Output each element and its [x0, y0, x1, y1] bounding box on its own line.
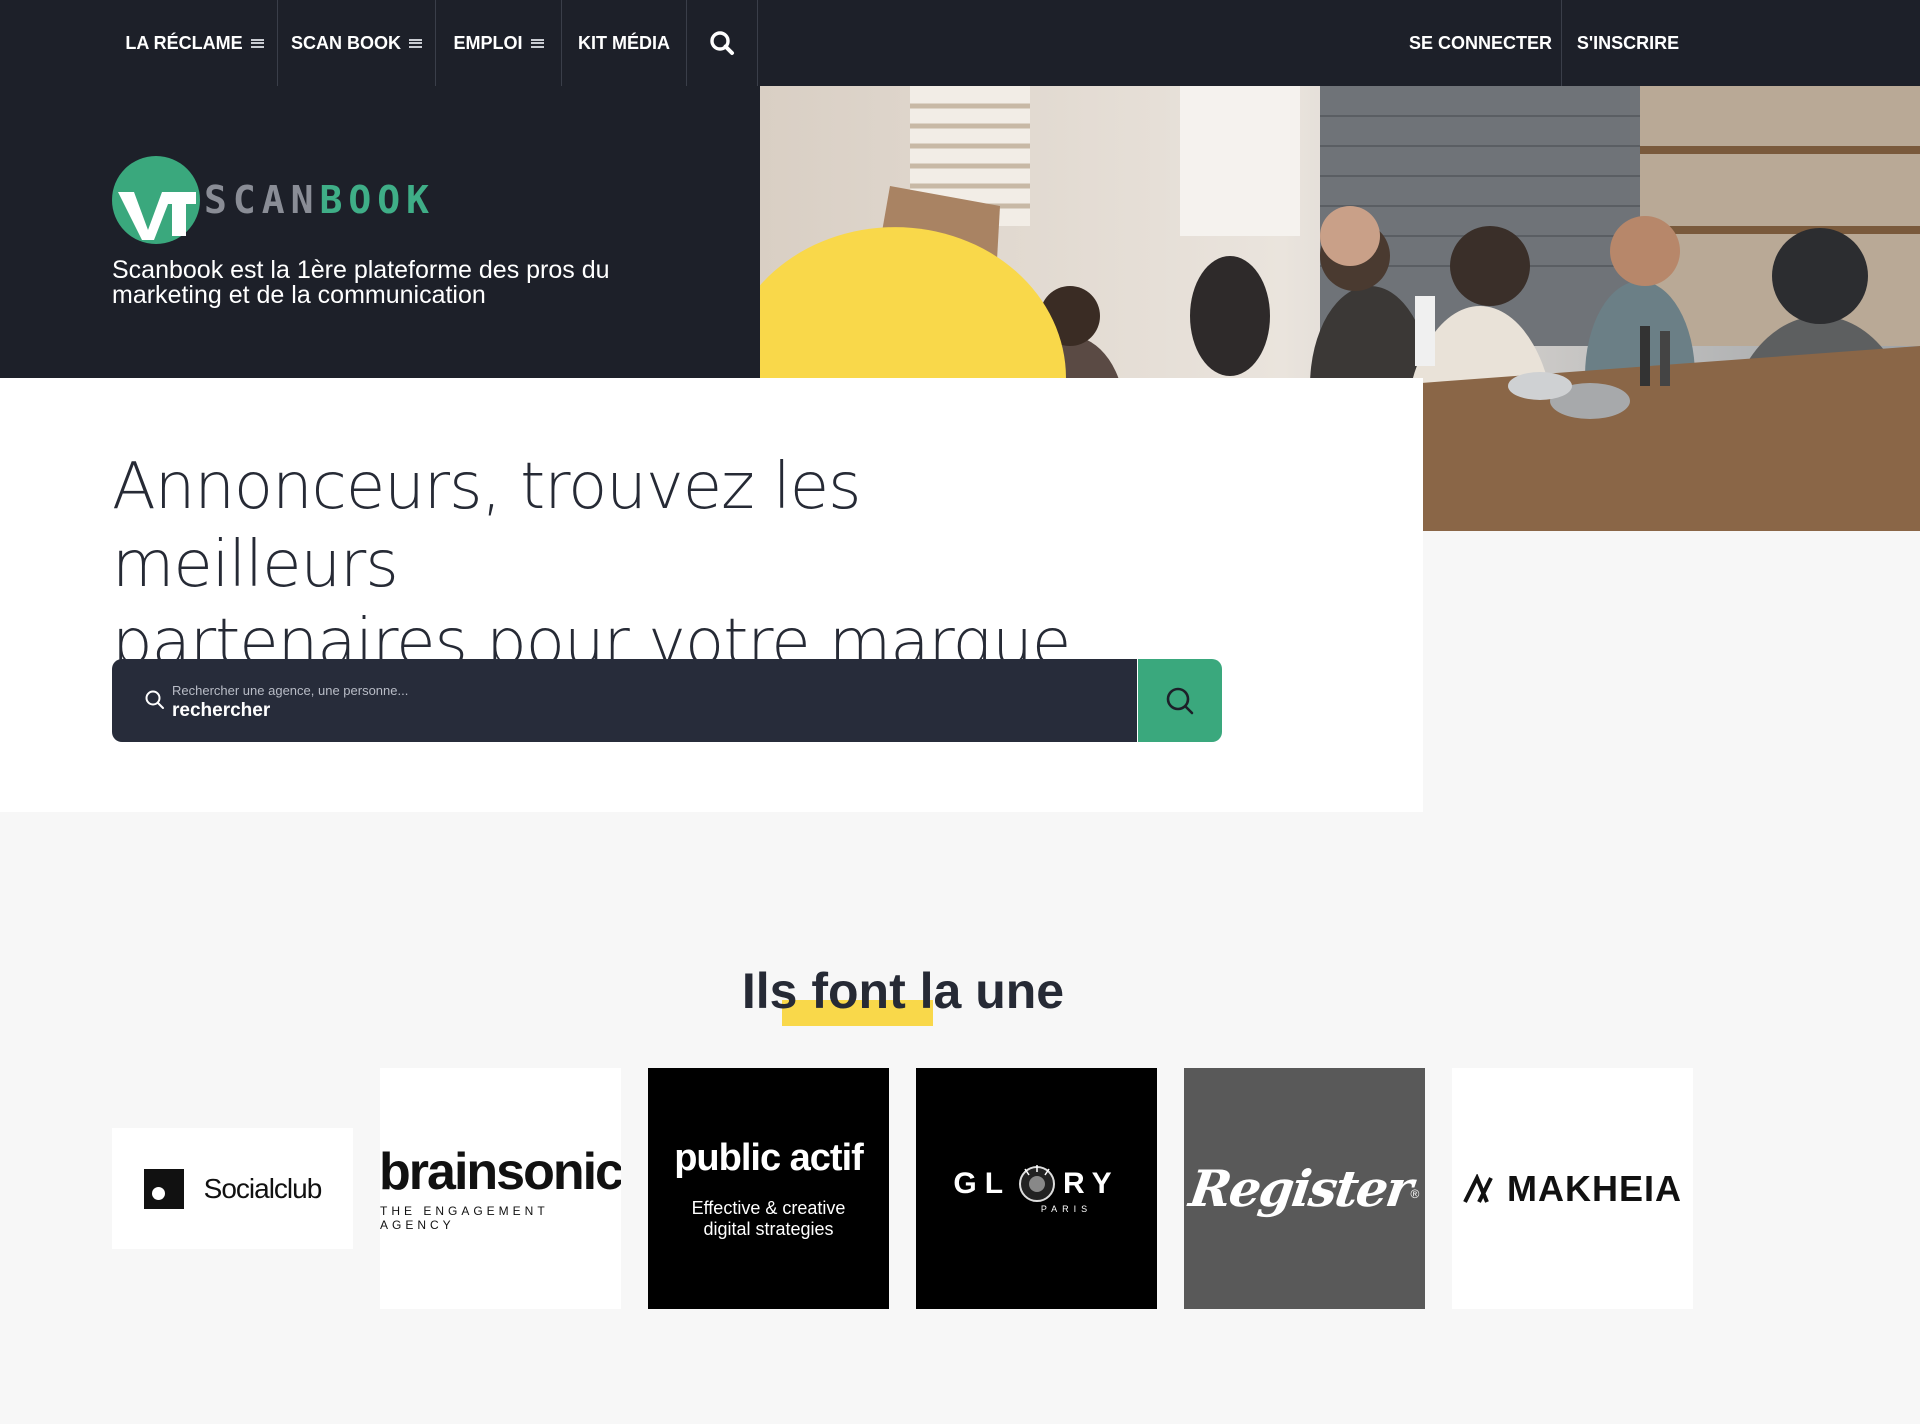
nav-emploi[interactable]: EMPLOI: [436, 0, 562, 86]
agency-subtitle-1: Effective & creative: [691, 1198, 846, 1218]
search-input[interactable]: Rechercher une agence, une personne... r…: [112, 659, 1137, 742]
search-submit-button[interactable]: [1138, 659, 1222, 742]
scanbook-logo[interactable]: SCANBOOK: [112, 156, 435, 244]
nav-la-reclame[interactable]: LA RÉCLAME: [112, 0, 278, 86]
nav-scan-book[interactable]: SCAN BOOK: [278, 0, 436, 86]
nav-search-button[interactable]: [687, 0, 758, 86]
agency-name: public actif: [674, 1137, 864, 1179]
search-icon: [145, 690, 164, 709]
menu-icon: [250, 38, 264, 48]
logo-wordmark: SCANBOOK: [204, 178, 435, 222]
search-icon: [1166, 687, 1194, 714]
nav-la-reclame-label: LA RÉCLAME: [125, 32, 243, 53]
agency-name: Socialclub: [203, 1172, 323, 1204]
logo-text-book: BOOK: [319, 178, 436, 222]
logo-text-scan: SCAN: [204, 178, 320, 222]
agency-subtitle: THE ENGAGEMENT AGENCY: [380, 1203, 549, 1232]
menu-icon: [530, 38, 544, 48]
menu-icon: [409, 38, 422, 48]
signup-link[interactable]: S'INSCRIRE: [1562, 0, 1694, 86]
agency-name: Register: [1185, 1159, 1415, 1218]
search-placeholder: Rechercher une agence, une personne...: [172, 683, 409, 698]
vt-logo-icon: [112, 156, 200, 244]
agency-name-right: RY: [1063, 1166, 1120, 1200]
glory-emblem-icon: [1019, 1164, 1056, 1202]
agency-name-left: GL: [953, 1166, 1012, 1200]
agency-subtitle-2: digital strategies: [703, 1219, 834, 1239]
nav-kit-media[interactable]: KIT MÉDIA: [562, 0, 687, 86]
agency-subtitle: PARIS: [1040, 1203, 1093, 1214]
makheia-logo-icon: [1463, 1173, 1493, 1203]
tagline: Scanbook est la 1ère plateforme des pros…: [112, 256, 610, 309]
agency-card-makheia[interactable]: MAKHEIA: [1452, 1068, 1693, 1309]
nav-emploi-label: EMPLOI: [453, 32, 523, 53]
search-icon: [710, 31, 734, 55]
top-navigation: LA RÉCLAME SCAN BOOK EMPLOI KIT MÉDIA SE…: [0, 0, 1920, 86]
socialclub-icon: [143, 1168, 184, 1209]
agency-card-public-actif[interactable]: public actif Effective & creative digita…: [648, 1068, 889, 1309]
nav-kit-media-label: KIT MÉDIA: [578, 32, 670, 53]
login-link[interactable]: SE CONNECTER: [1400, 0, 1562, 86]
agency-name: MAKHEIA: [1507, 1167, 1682, 1209]
agency-card-socialclub[interactable]: Socialclub: [112, 1128, 353, 1249]
agency-card-brainsonic[interactable]: brainsonic THE ENGAGEMENT AGENCY: [380, 1068, 621, 1309]
registered-mark: ®: [1410, 1186, 1420, 1201]
agency-card-glory[interactable]: GL RY PARIS: [916, 1068, 1157, 1309]
nav-scan-book-label: SCAN BOOK: [290, 32, 401, 53]
section-title: Ils font la une: [741, 963, 1065, 1019]
agency-name: brainsonic: [380, 1142, 621, 1201]
search-value: rechercher: [172, 700, 271, 721]
agency-card-register[interactable]: Register ®: [1184, 1068, 1425, 1309]
headline-line-1: Annonceurs, trouvez les meilleurs: [112, 450, 861, 602]
